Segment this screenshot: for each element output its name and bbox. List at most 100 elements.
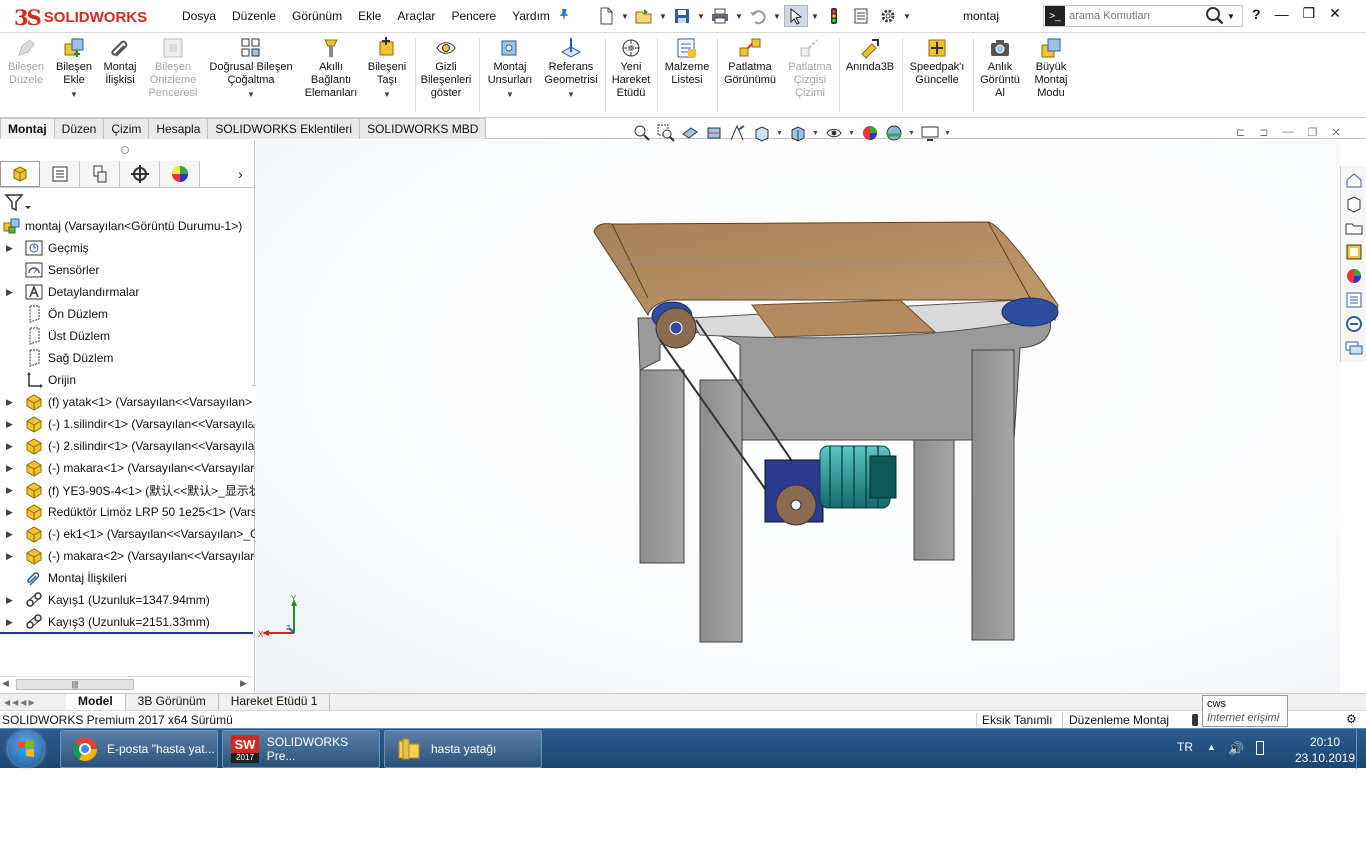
previous-view-icon[interactable] — [680, 123, 700, 143]
forum-icon[interactable] — [1343, 338, 1365, 358]
move-component-dropdown-icon[interactable]: ▼ — [383, 88, 391, 101]
tree-item-component[interactable]: ▶ (-) ek1<1> (Varsayılan<<Varsayılan>_G — [0, 523, 255, 545]
instant3d-button[interactable]: Anında3B — [842, 36, 898, 74]
property-manager-tab[interactable] — [40, 161, 80, 187]
search-dropdown-icon[interactable]: ▼ — [1227, 12, 1235, 21]
zoom-to-fit-icon[interactable] — [632, 123, 652, 143]
scroll-thumb[interactable]: ||| — [16, 679, 134, 690]
tree-item-right-plane[interactable]: Sağ Düzlem — [0, 347, 255, 369]
expand-arrow-icon[interactable]: ▶ — [6, 529, 14, 540]
language-indicator[interactable]: TR — [1177, 740, 1193, 754]
home-icon[interactable] — [1343, 170, 1365, 190]
conveyor-model-view[interactable] — [256, 140, 1340, 693]
viewport-back-icon[interactable]: ⊏ — [1236, 126, 1245, 139]
tab-3d-view[interactable]: 3B Görünüm — [126, 694, 219, 710]
options-gear-icon[interactable] — [876, 5, 900, 27]
tree-item-origin[interactable]: Orijin — [0, 369, 255, 391]
scroll-right-icon[interactable]: ▶ — [240, 678, 247, 689]
tab-navigation-arrows-icon[interactable]: ◀◀◀▶ — [0, 698, 66, 707]
tree-item-belt[interactable]: ▶ Kayış1 (Uzunluk=1347.94mm) — [0, 589, 255, 611]
tree-item-component[interactable]: ▶ (-) 1.silindir<1> (Varsayılan<<Varsayı… — [0, 413, 255, 435]
rebuild-traffic-light-icon[interactable] — [822, 5, 846, 27]
customize-status-icon[interactable]: ⚙ — [1346, 712, 1357, 726]
display-style-icon[interactable] — [788, 123, 808, 143]
menu-window[interactable]: Pencere — [451, 9, 504, 23]
tab-evaluate[interactable]: Hesapla — [148, 118, 209, 139]
restore-icon[interactable]: ❐ — [1303, 5, 1316, 22]
menu-edit[interactable]: Düzenle — [232, 9, 284, 23]
expand-arrow-icon[interactable]: ▶ — [6, 485, 14, 496]
expand-arrow-icon[interactable]: ▶ — [6, 397, 14, 408]
taskbar-chrome[interactable]: E-posta "hasta yat... — [60, 730, 218, 768]
close-icon[interactable]: ✕ — [1329, 5, 1341, 22]
display-style-dropdown-icon[interactable]: ▼ — [812, 130, 820, 137]
dimxpert-manager-tab[interactable] — [120, 161, 160, 187]
print-icon[interactable] — [708, 5, 732, 27]
file-properties-icon[interactable] — [849, 5, 873, 27]
chevron-right-icon[interactable]: › — [238, 166, 243, 182]
zoom-to-area-icon[interactable] — [656, 123, 676, 143]
horizontal-scrollbar[interactable]: ◀ ||| ▶ — [0, 676, 253, 691]
tree-item-component[interactable]: ▶ (-) makara<2> (Varsayılan<<Varsayılar — [0, 545, 255, 567]
tree-item-front-plane[interactable]: Ön Düzlem — [0, 303, 255, 325]
options-dropdown-icon[interactable]: ▼ — [903, 5, 911, 27]
save-dropdown-icon[interactable]: ▼ — [697, 5, 705, 27]
expand-arrow-icon[interactable]: ▶ — [6, 551, 14, 562]
menu-insert[interactable]: Ekle — [358, 9, 389, 23]
large-assembly-mode-button[interactable]: Büyük Montaj Modu — [1028, 36, 1074, 100]
show-hidden-components-button[interactable]: Gizli Bileşenleri göster — [418, 36, 474, 100]
display-manager-tab[interactable] — [160, 161, 200, 187]
tree-root-assembly[interactable]: montaj (Varsayılan<Görüntü Durumu-1>) — [0, 215, 255, 237]
filter-icon[interactable] — [4, 192, 32, 214]
open-document-icon[interactable] — [632, 5, 656, 27]
expand-arrow-icon[interactable]: ▶ — [6, 419, 14, 430]
open-dropdown-icon[interactable]: ▼ — [659, 5, 667, 27]
design-library-icon[interactable] — [1343, 194, 1365, 214]
pin-menu-icon[interactable] — [557, 8, 571, 24]
linear-pattern-dropdown-icon[interactable]: ▼ — [247, 88, 255, 101]
apply-scene-icon[interactable] — [884, 123, 904, 143]
new-motion-study-button[interactable]: Yeni Hareket Etüdü — [608, 36, 654, 100]
reference-geometry-dropdown-icon[interactable]: ▼ — [567, 88, 575, 101]
show-desktop-button[interactable] — [1356, 729, 1366, 769]
clock[interactable]: 20:10 23.10.2019 — [1285, 734, 1365, 766]
select-dropdown-icon[interactable]: ▼ — [811, 5, 819, 27]
menu-tools[interactable]: Araçlar — [397, 9, 443, 23]
expand-arrow-icon[interactable]: ▶ — [6, 595, 14, 606]
show-hidden-icons-icon[interactable]: ▲ — [1207, 742, 1216, 752]
take-snapshot-button[interactable]: Anlık Görüntü Al — [976, 36, 1024, 100]
print-dropdown-icon[interactable]: ▼ — [735, 5, 743, 27]
tree-item-mates[interactable]: Montaj İlişkileri — [0, 567, 255, 589]
menu-help[interactable]: Yardım — [512, 9, 558, 23]
component-preview-window-button[interactable]: Bileşen Önizleme Penceresi — [146, 36, 200, 100]
viewport-minimize-icon[interactable]: — — [1282, 126, 1293, 139]
hide-show-items-icon[interactable] — [824, 123, 844, 143]
section-view-icon[interactable] — [704, 123, 724, 143]
volume-icon[interactable]: 🔊 — [1228, 741, 1244, 757]
exploded-view-button[interactable]: Patlatma Görünümü — [720, 36, 780, 87]
dynamic-annotation-icon[interactable] — [728, 123, 748, 143]
scroll-left-icon[interactable]: ◀ — [2, 678, 9, 689]
edit-component-button[interactable]: Bileşen Düzele — [6, 36, 46, 87]
hide-show-dropdown-icon[interactable]: ▼ — [848, 130, 856, 137]
solidworks-logo[interactable]: 3S SOLIDWORKS — [14, 4, 147, 30]
tree-item-top-plane[interactable]: Üst Düzlem — [0, 325, 255, 347]
reference-geometry-button[interactable]: Referans Geometrisi ▼ — [540, 36, 602, 101]
undo-dropdown-icon[interactable]: ▼ — [773, 5, 781, 27]
save-icon[interactable] — [670, 5, 694, 27]
search-icon[interactable] — [1205, 6, 1225, 26]
expand-arrow-icon[interactable]: ▶ — [6, 441, 14, 452]
start-button[interactable] — [8, 731, 44, 767]
view-orientation-icon[interactable] — [752, 123, 772, 143]
solidworks-resources-icon[interactable] — [1343, 314, 1365, 334]
taskbar-solidworks[interactable]: SW 2017 SOLIDWORKS Pre... — [222, 730, 380, 768]
view-orientation-dropdown-icon[interactable]: ▼ — [776, 130, 784, 137]
tree-item-sensors[interactable]: Sensörler — [0, 259, 255, 281]
tab-assembly[interactable]: Montaj — [0, 118, 55, 139]
tab-addins[interactable]: SOLIDWORKS Eklentileri — [207, 118, 361, 139]
tree-item-component[interactable]: ▶ (f) YE3-90S-4<1> (默认<<默认>_显示状 — [0, 479, 255, 501]
tab-layout[interactable]: Düzen — [53, 118, 105, 139]
select-pointer-icon[interactable] — [784, 5, 808, 27]
insert-component-dropdown-icon[interactable]: ▼ — [70, 88, 78, 101]
edit-appearance-icon[interactable] — [860, 123, 880, 143]
